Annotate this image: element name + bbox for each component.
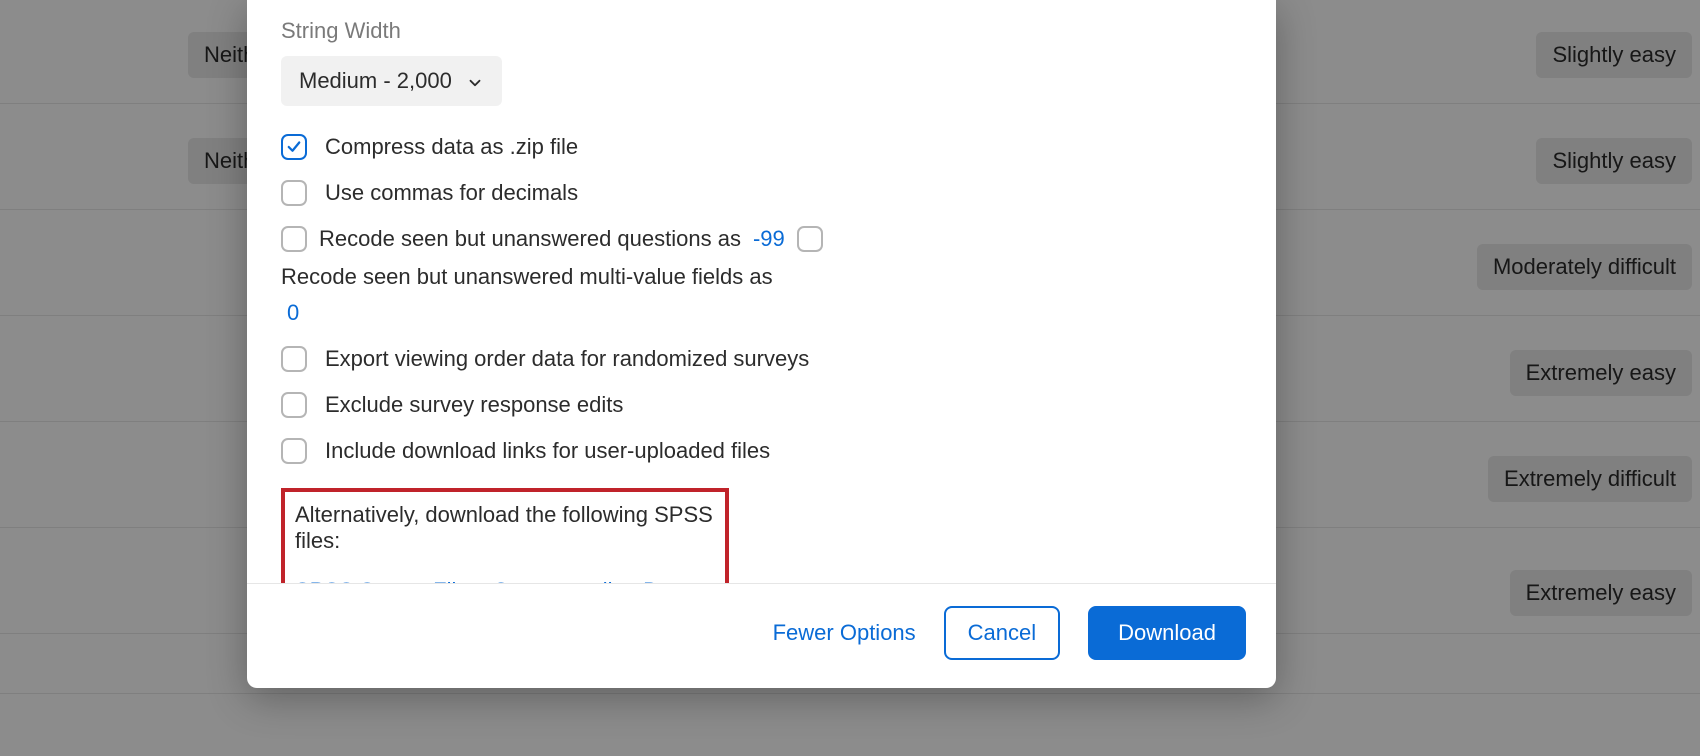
- download-button[interactable]: Download: [1088, 606, 1246, 660]
- commas-label: Use commas for decimals: [325, 180, 578, 206]
- export-order-label: Export viewing order data for randomized…: [325, 346, 809, 372]
- exclude-edits-label: Exclude survey response edits: [325, 392, 623, 418]
- options-list: Compress data as .zip file Use commas fo…: [281, 124, 1242, 474]
- recode-multi-value[interactable]: 0: [287, 300, 299, 326]
- cancel-button[interactable]: Cancel: [944, 606, 1060, 660]
- recode-unanswered-value[interactable]: -99: [753, 226, 785, 252]
- include-links-checkbox[interactable]: [281, 438, 307, 464]
- recode-multi-checkbox[interactable]: [797, 226, 823, 252]
- modal-footer: Fewer Options Cancel Download: [247, 583, 1276, 688]
- commas-checkbox[interactable]: [281, 180, 307, 206]
- recode-multi-label: Recode seen but unanswered multi-value f…: [281, 264, 773, 290]
- string-width-label: String Width: [281, 18, 1242, 44]
- compress-label: Compress data as .zip file: [325, 134, 578, 160]
- modal-body: String Width Medium - 2,000 Compress dat…: [247, 0, 1276, 583]
- spss-alt-text: Alternatively, download the following SP…: [295, 502, 715, 554]
- string-width-value: Medium - 2,000: [299, 68, 452, 94]
- spss-alt-section: Alternatively, download the following SP…: [281, 488, 729, 583]
- download-options-modal: String Width Medium - 2,000 Compress dat…: [247, 0, 1276, 688]
- recode-unanswered-checkbox[interactable]: [281, 226, 307, 252]
- export-order-checkbox[interactable]: [281, 346, 307, 372]
- fewer-options-button[interactable]: Fewer Options: [773, 620, 916, 646]
- string-width-select[interactable]: Medium - 2,000: [281, 56, 502, 106]
- compress-checkbox[interactable]: [281, 134, 307, 160]
- recode-unanswered-label: Recode seen but unanswered questions as: [319, 226, 741, 252]
- chevron-down-icon: [466, 72, 484, 90]
- exclude-edits-checkbox[interactable]: [281, 392, 307, 418]
- include-links-label: Include download links for user-uploaded…: [325, 438, 770, 464]
